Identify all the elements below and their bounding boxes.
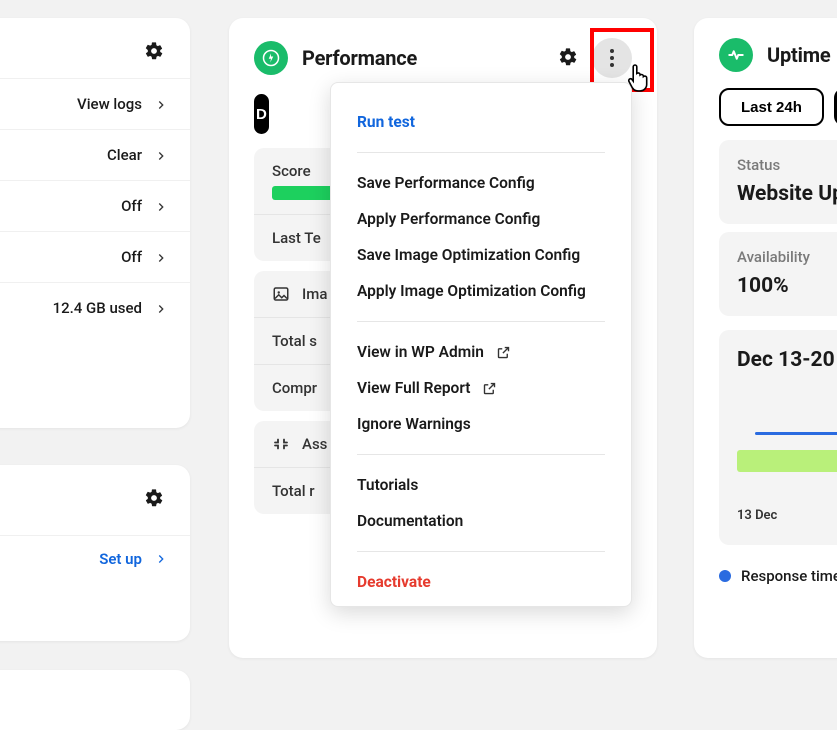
range-button[interactable]: Last 24h xyxy=(719,88,824,126)
menu-documentation-label: Documentation xyxy=(357,512,463,530)
left-card-2: lates Set up xyxy=(0,465,190,641)
menu-view-full-report[interactable]: View Full Report xyxy=(331,370,631,406)
image-icon xyxy=(272,285,290,303)
view-logs-label: View logs xyxy=(77,95,142,113)
more-menu-dropdown: Run test Save Performance Config Apply P… xyxy=(330,82,632,607)
menu-run-test-label: Run test xyxy=(357,113,415,131)
setup-button[interactable]: Set up xyxy=(0,535,190,582)
menu-apply-img-config-label: Apply Image Optimization Config xyxy=(357,282,586,300)
chart-area xyxy=(737,412,837,502)
left-card-1-header xyxy=(0,18,190,78)
availability-value: 100% xyxy=(737,274,837,298)
total-size-label: Total s xyxy=(272,332,317,350)
gear-icon xyxy=(144,41,164,64)
gear-button-performance[interactable] xyxy=(554,44,582,72)
range-label: Last 24h xyxy=(741,99,802,116)
storage-label: 12.4 GB used xyxy=(53,299,142,317)
performance-title: Performance xyxy=(302,46,417,70)
menu-save-img-config[interactable]: Save Image Optimization Config xyxy=(331,237,631,273)
setup-label: Set up xyxy=(99,550,142,568)
performance-icon xyxy=(254,41,288,75)
legend-dot-icon xyxy=(719,570,731,582)
uptime-title: Uptime xyxy=(767,43,830,67)
storage-row[interactable]: 12.4 GB used xyxy=(0,282,190,333)
clear-row[interactable]: Clear xyxy=(0,129,190,180)
image-label: Ima xyxy=(302,285,327,303)
menu-save-perf-config-label: Save Performance Config xyxy=(357,174,535,192)
availability-block: Availability 100% xyxy=(719,232,837,316)
primary-action-button[interactable]: D xyxy=(254,94,269,134)
off-label-2: Off xyxy=(121,248,142,266)
menu-view-wp-admin-label: View in WP Admin xyxy=(357,343,484,361)
menu-apply-img-config[interactable]: Apply Image Optimization Config xyxy=(331,273,631,309)
menu-separator xyxy=(357,551,605,552)
total-requests-label: Total r xyxy=(272,482,315,500)
more-menu-button[interactable] xyxy=(592,38,632,78)
off-row-1[interactable]: Off xyxy=(0,180,190,231)
chevron-right-icon xyxy=(154,301,168,315)
legend-label: Response time xyxy=(741,567,837,585)
menu-apply-perf-config[interactable]: Apply Performance Config xyxy=(331,201,631,237)
chevron-right-icon xyxy=(154,97,168,111)
score-label: Score xyxy=(272,162,311,180)
chevron-right-icon xyxy=(154,148,168,162)
external-link-icon xyxy=(482,381,497,396)
clear-label: Clear xyxy=(107,146,142,164)
menu-deactivate[interactable]: Deactivate xyxy=(331,564,631,600)
uptime-bar xyxy=(737,450,837,472)
left-card-3 xyxy=(0,670,190,730)
status-block: Status Website Up xyxy=(719,140,837,224)
menu-documentation[interactable]: Documentation xyxy=(331,503,631,539)
gear-button-left-1[interactable] xyxy=(140,38,168,66)
chevron-right-icon xyxy=(154,552,168,566)
off-row-2[interactable]: Off xyxy=(0,231,190,282)
menu-deactivate-label: Deactivate xyxy=(357,573,431,591)
minimize-icon xyxy=(272,435,290,453)
menu-tutorials[interactable]: Tutorials xyxy=(331,467,631,503)
view-logs-row[interactable]: View logs xyxy=(0,78,190,129)
availability-label: Availability xyxy=(737,248,837,266)
last-test-label: Last Te xyxy=(272,229,321,247)
chevron-right-icon xyxy=(154,250,168,264)
menu-view-full-report-label: View Full Report xyxy=(357,379,470,397)
menu-run-test[interactable]: Run test xyxy=(331,83,631,140)
menu-save-perf-config[interactable]: Save Performance Config xyxy=(331,165,631,201)
primary-action-label: D xyxy=(256,106,267,123)
gear-icon xyxy=(558,47,578,70)
status-value: Website Up xyxy=(737,182,837,206)
kebab-icon xyxy=(610,49,614,67)
chart-title: Dec 13-20 xyxy=(737,348,837,372)
menu-view-wp-admin[interactable]: View in WP Admin xyxy=(331,334,631,370)
left-card-1: View logs Clear Off Off 12.4 GB used xyxy=(0,18,190,428)
uptime-header: Uptime xyxy=(694,18,837,88)
off-label-1: Off xyxy=(121,197,142,215)
uptime-card: Uptime Last 24h Status Website Up Availa… xyxy=(694,18,837,658)
uptime-icon xyxy=(719,38,753,72)
gear-button-left-2[interactable] xyxy=(140,485,168,513)
menu-ignore-warnings-label: Ignore Warnings xyxy=(357,415,471,433)
menu-separator xyxy=(357,152,605,153)
gear-icon xyxy=(144,488,164,511)
menu-ignore-warnings[interactable]: Ignore Warnings xyxy=(331,406,631,442)
menu-tutorials-label: Tutorials xyxy=(357,476,418,494)
chart-legend: Response time xyxy=(719,567,837,585)
menu-separator xyxy=(357,454,605,455)
chevron-right-icon xyxy=(154,199,168,213)
compression-label: Compr xyxy=(272,379,317,397)
status-label: Status xyxy=(737,156,837,174)
asset-label: Ass xyxy=(302,435,327,453)
chart-axis-label: 13 Dec xyxy=(737,508,837,523)
menu-save-img-config-label: Save Image Optimization Config xyxy=(357,246,580,264)
menu-separator xyxy=(357,321,605,322)
external-link-icon xyxy=(496,345,511,360)
uptime-chart: Dec 13-20 13 Dec xyxy=(719,330,837,545)
menu-apply-perf-config-label: Apply Performance Config xyxy=(357,210,540,228)
response-time-line xyxy=(755,432,837,435)
